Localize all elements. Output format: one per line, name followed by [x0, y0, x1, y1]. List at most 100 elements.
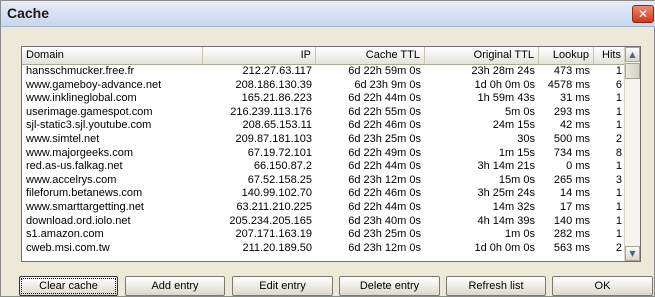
cell-ip: 140.99.102.70 [241, 187, 312, 200]
cell-cache-ttl: 6d 23h 12m 0s [348, 173, 421, 186]
cell-domain: www.inklineglobal.com [26, 92, 137, 105]
cell-cache-ttl: 6d 23h 40m 0s [348, 214, 421, 227]
cell-cache-ttl: 6d 23h 25m 0s [348, 132, 421, 145]
close-button[interactable]: ✕ [632, 5, 654, 23]
column-header-ip[interactable]: IP [203, 47, 316, 64]
cell-lookup: 14 ms [560, 187, 590, 200]
scroll-up-icon: ▲ [629, 50, 636, 59]
window-title: Cache [7, 5, 50, 21]
table-row[interactable]: www.accelrys.com 67.52.158.25 6d 23h 12m 0… [22, 174, 626, 188]
cell-hits: 1 [615, 119, 622, 132]
cell-lookup: 31 ms [560, 92, 590, 105]
close-icon: ✕ [637, 7, 649, 21]
cell-ip: 212.27.63.117 [242, 65, 312, 77]
cell-hits: 1 [615, 214, 622, 227]
cell-original-ttl: 24m 15s [492, 119, 535, 132]
column-header-hits[interactable]: Hits [594, 47, 626, 64]
cell-domain: www.majorgeeks.com [26, 146, 133, 159]
cell-lookup: 563 ms [553, 241, 590, 254]
cell-domain: download.ord.iolo.net [26, 214, 131, 227]
cell-lookup: 293 ms [553, 105, 590, 118]
cell-hits: 8 [615, 146, 622, 159]
cell-lookup: 282 ms [553, 228, 590, 241]
cell-lookup: 734 ms [553, 146, 590, 159]
table-row[interactable]: cweb.msi.com.tw 211.20.189.50 6d 23h 12m 0… [22, 242, 626, 256]
column-header-original-ttl[interactable]: Original TTL [425, 47, 539, 64]
delete-entry-button[interactable]: Delete entry [339, 276, 440, 296]
cell-original-ttl: 3h 14m 21s [477, 160, 535, 173]
cell-cache-ttl: 6d 22h 44m 0s [348, 200, 421, 213]
cell-domain: red.as-us.falkag.net [26, 160, 123, 173]
table-row[interactable]: www.inklineglobal.com 165.21.86.223 6d 22h… [22, 92, 626, 106]
table-row[interactable]: www.gameboy-advance.net 208.186.130.39 6d … [22, 79, 626, 93]
scroll-down-icon: ▼ [629, 249, 636, 258]
cell-cache-ttl: 6d 22h 55m 0s [348, 105, 421, 118]
cell-original-ttl: 30s [517, 132, 535, 145]
cell-cache-ttl: 6d 22h 44m 0s [348, 92, 421, 105]
cell-original-ttl: 1m 0s [505, 228, 535, 241]
scroll-thumb[interactable] [625, 63, 640, 79]
cell-domain: www.gameboy-advance.net [26, 78, 162, 91]
scroll-down-button[interactable]: ▼ [625, 246, 640, 261]
cell-hits: 1 [615, 105, 622, 118]
cell-ip: 211.20.189.50 [242, 241, 312, 254]
cell-hits: 2 [615, 241, 622, 254]
cell-original-ttl: 1d 0h 0m 0s [474, 78, 535, 91]
column-header-domain[interactable]: Domain [22, 47, 203, 64]
cell-hits: 1 [615, 92, 622, 105]
cell-original-ttl: 1d 0h 0m 0s [474, 241, 535, 254]
table-row[interactable]: www.majorgeeks.com 67.19.72.101 6d 22h 49m… [22, 147, 626, 161]
cell-hits: 2 [615, 132, 622, 145]
ok-button[interactable]: OK [552, 276, 653, 296]
table-row[interactable]: sjl-static3.sjl.youtube.com 208.65.153.11… [22, 119, 626, 133]
cell-cache-ttl: 6d 22h 46m 0s [348, 119, 421, 132]
table-row[interactable]: userimage.gamespot.com 216.239.113.176 6d … [22, 106, 626, 120]
cell-original-ttl: 1m 15s [498, 146, 535, 159]
cell-ip: 67.52.158.25 [247, 173, 312, 186]
cell-lookup: 265 ms [553, 173, 590, 186]
cell-cache-ttl: 6d 22h 59m 0s [348, 65, 421, 77]
cell-lookup: 500 ms [553, 132, 590, 145]
cell-ip: 66.150.87.2 [253, 160, 312, 173]
edit-entry-button[interactable]: Edit entry [232, 276, 333, 296]
clear-cache-button[interactable]: Clear cache [19, 276, 118, 296]
cell-hits: 1 [615, 200, 622, 213]
title-bar[interactable]: Cache ✕ [1, 1, 655, 27]
cell-ip: 208.186.130.39 [235, 78, 312, 91]
cell-lookup: 42 ms [560, 119, 590, 132]
cell-domain: www.simtel.net [26, 132, 100, 145]
table-row[interactable]: hansschmucker.free.fr 212.27.63.117 6d 22h… [22, 65, 626, 79]
refresh-list-button[interactable]: Refresh list [446, 276, 546, 296]
cell-hits: 3 [615, 173, 622, 186]
list-rows: hansschmucker.free.fr 212.27.63.117 6d 22h… [22, 65, 626, 255]
cell-original-ttl: 1h 59m 43s [477, 92, 535, 105]
cell-hits: 1 [615, 160, 622, 173]
add-entry-button[interactable]: Add entry [125, 276, 225, 296]
cell-ip: 205.234.205.165 [229, 214, 312, 227]
cell-original-ttl: 5m 0s [505, 105, 535, 118]
column-header-cache-ttl[interactable]: Cache TTL [316, 47, 425, 64]
cell-ip: 207.171.163.19 [235, 228, 312, 241]
table-row[interactable]: www.simtel.net 209.87.181.103 6d 23h 25m 0… [22, 133, 626, 147]
cell-lookup: 473 ms [553, 65, 590, 77]
cell-domain: cweb.msi.com.tw [26, 241, 110, 254]
column-header-lookup[interactable]: Lookup [539, 47, 594, 64]
table-row[interactable]: www.smarttargetting.net 63.211.210.225 6d … [22, 201, 626, 215]
vertical-scrollbar[interactable]: ▲ ▼ [624, 47, 640, 261]
cell-domain: fileforum.betanews.com [26, 187, 143, 200]
scroll-up-button[interactable]: ▲ [625, 47, 640, 62]
cache-window: Cache ✕ Domain IP Cache TTL Original TTL… [0, 0, 655, 297]
cell-lookup: 4578 ms [547, 78, 590, 91]
cell-cache-ttl: 6d 22h 49m 0s [348, 146, 421, 159]
table-row[interactable]: fileforum.betanews.com 140.99.102.70 6d 22… [22, 187, 626, 201]
table-row[interactable]: s1.amazon.com 207.171.163.19 6d 23h 25m 0s… [22, 228, 626, 242]
cell-hits: 1 [615, 65, 622, 77]
cell-cache-ttl: 6d 22h 44m 0s [348, 160, 421, 173]
cell-cache-ttl: 6d 23h 25m 0s [348, 228, 421, 241]
cache-list[interactable]: Domain IP Cache TTL Original TTL Lookup … [21, 46, 641, 262]
cell-ip: 165.21.86.223 [241, 92, 312, 105]
cell-domain: www.smarttargetting.net [26, 200, 144, 213]
table-row[interactable]: red.as-us.falkag.net 66.150.87.2 6d 22h 44… [22, 160, 626, 174]
cell-original-ttl: 14m 32s [492, 200, 535, 213]
table-row[interactable]: download.ord.iolo.net 205.234.205.165 6d 2… [22, 215, 626, 229]
